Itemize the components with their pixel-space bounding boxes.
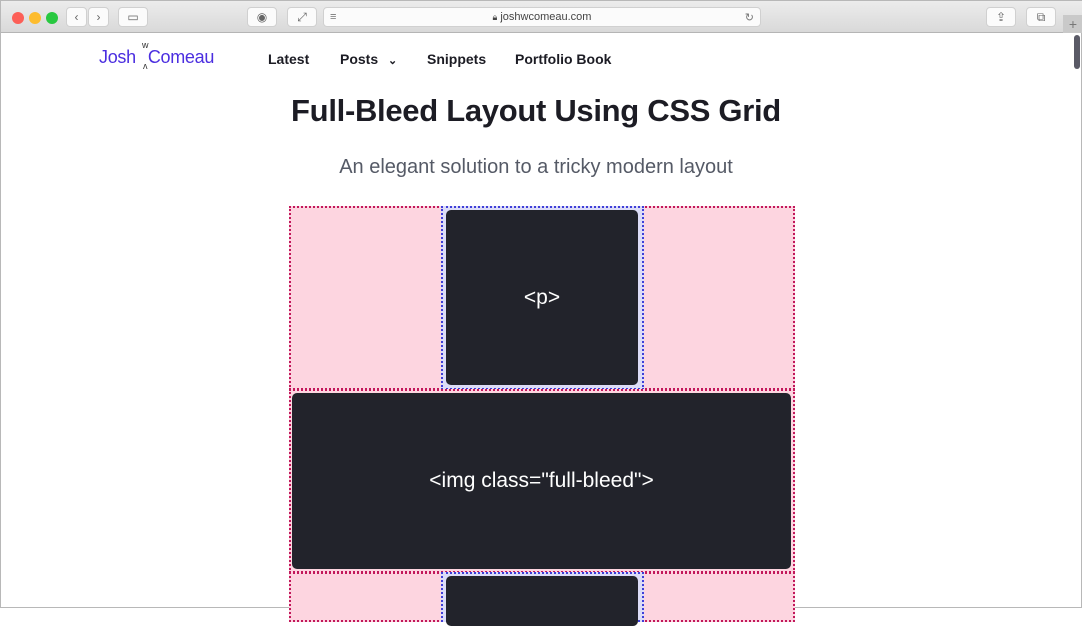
nav-posts-label: Posts [340,51,379,67]
url-text: joshwcomeau.com [500,11,592,23]
logo-decoration: w [142,40,149,50]
logo-decoration: ʌ [143,61,148,71]
next-element-box [446,576,638,626]
forward-button[interactable]: › [88,7,109,27]
img-full-bleed-box: <img class="full-bleed"> [292,393,791,569]
fullscreen-icon[interactable]: ⤢ [287,7,317,27]
grid-cell [289,572,443,622]
site-logo[interactable]: Josh Comeau w ʌ [99,40,215,71]
p-element-box: <p> [446,210,638,385]
grid-cell [642,206,795,390]
zoom-window-button[interactable] [46,12,58,24]
minimize-window-button[interactable] [29,12,41,24]
reader-icon[interactable]: ≡ [330,11,336,23]
page-subtitle: An elegant solution to a tricky modern l… [339,156,733,178]
grid-cell [289,206,443,390]
chevron-down-icon: ⌄ [388,55,398,67]
share-icon[interactable]: ⇪ [986,7,1016,27]
lock-icon: 🔒︎ [492,11,498,22]
page-title: Full-Bleed Layout Using CSS Grid [291,93,781,128]
nav-posts[interactable]: Posts ⌄ [340,51,397,67]
logo-last: Comeau [147,47,215,67]
sidebar-toggle-icon[interactable]: ▭ [118,7,148,27]
nav-portfolio-book[interactable]: Portfolio Book [515,51,611,67]
nav-latest[interactable]: Latest [268,51,309,67]
password-manager-icon[interactable]: ◉ [247,7,277,27]
address-bar[interactable]: ≡ 🔒︎ joshwcomeau.com ↻ [323,7,761,27]
browser-toolbar: ‹ › ▭ ◉ ⤢ ≡ 🔒︎ joshwcomeau.com ↻ ⇪ ⧉ + [1,1,1082,33]
logo-first: Josh [99,47,136,67]
nav-snippets[interactable]: Snippets [427,51,486,67]
tabs-overview-icon[interactable]: ⧉ [1026,7,1056,27]
reload-icon[interactable]: ↻ [745,11,754,24]
new-tab-button[interactable]: + [1063,15,1082,33]
grid-cell [642,572,795,622]
close-window-button[interactable] [12,12,24,24]
scrollbar[interactable] [1074,35,1080,69]
back-button[interactable]: ‹ [66,7,87,27]
